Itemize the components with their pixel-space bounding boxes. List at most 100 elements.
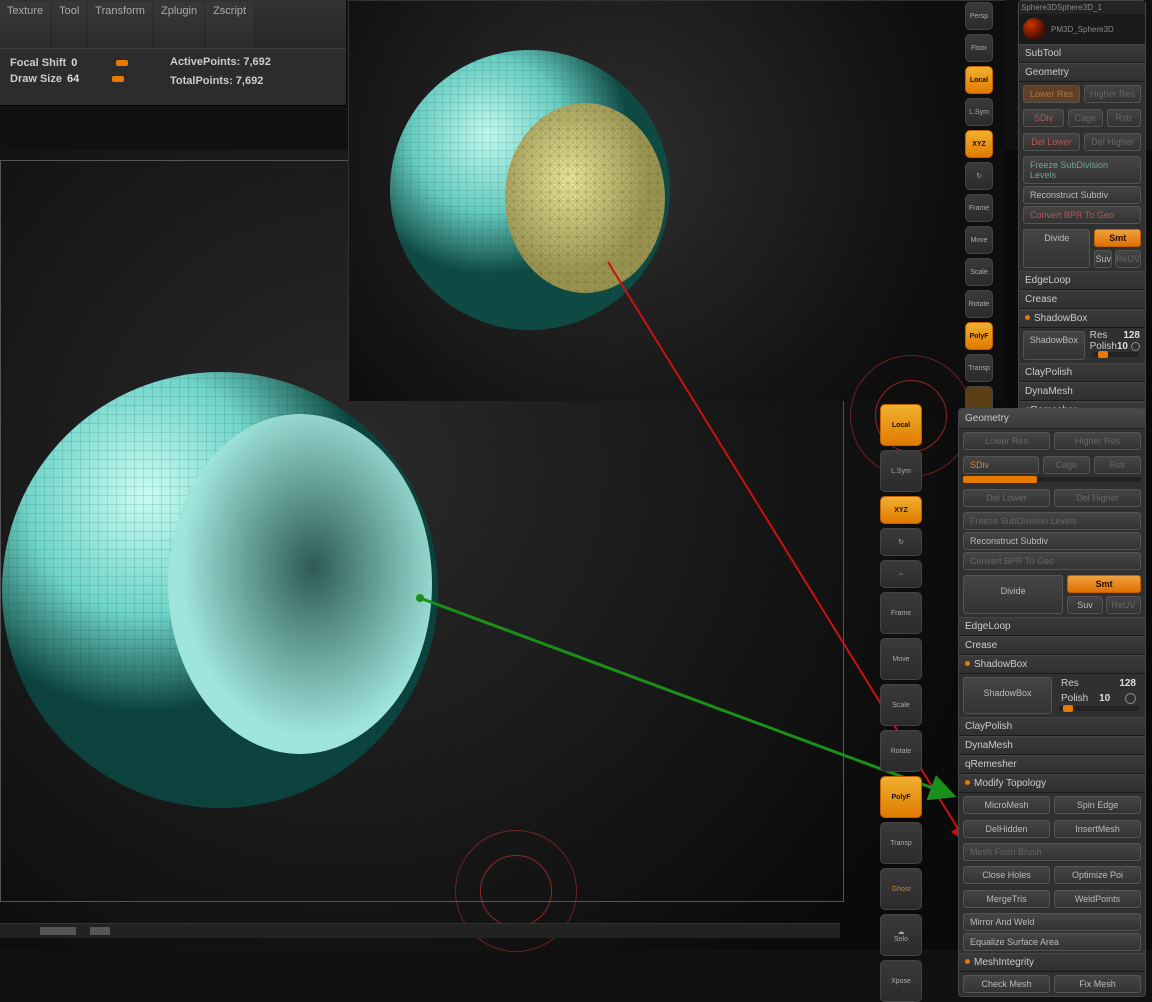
reconstruct-subdiv-button[interactable]: Reconstruct Subdiv <box>1023 186 1141 204</box>
transp-button[interactable]: Transp <box>965 354 993 382</box>
persp-button[interactable]: Persp <box>965 2 993 30</box>
cage-button[interactable]: Cage <box>1043 456 1090 474</box>
modify-topology-section[interactable]: Modify Topology <box>959 774 1145 793</box>
divide-button[interactable]: Divide <box>1023 229 1090 268</box>
xyz-button[interactable]: XYZ <box>965 130 993 158</box>
polyf-button[interactable]: PolyF <box>965 322 993 350</box>
menu-zplugin[interactable]: Zplugin <box>154 2 204 50</box>
menu-tool[interactable]: Tool <box>52 2 86 50</box>
mirror-and-weld-button[interactable]: Mirror And Weld <box>963 913 1141 931</box>
lower-res-button[interactable]: Lower Res <box>963 432 1050 450</box>
polish-toggle-icon[interactable] <box>1131 342 1140 351</box>
del-higher-button[interactable]: Del Higher <box>1054 489 1141 507</box>
move-button[interactable]: Move <box>880 638 922 680</box>
suv-button[interactable]: Suv <box>1094 250 1112 268</box>
xpose-button[interactable]: Xpose <box>880 960 922 1002</box>
edgeloop-section[interactable]: EdgeLoop <box>959 617 1145 636</box>
higher-res-button[interactable]: Higher Res <box>1084 85 1141 103</box>
del-lower-button[interactable]: Del Lower <box>1023 133 1080 151</box>
smt-button[interactable]: Smt <box>1094 229 1141 247</box>
optimize-points-button[interactable]: Optimize Poi <box>1054 866 1141 884</box>
geometry-title[interactable]: Geometry <box>959 409 1145 429</box>
edgeloop-section[interactable]: EdgeLoop <box>1019 271 1145 290</box>
timeline-mark[interactable] <box>90 927 110 935</box>
cage-button[interactable]: Cage <box>1068 109 1103 127</box>
meshintegrity-section[interactable]: MeshIntegrity <box>959 953 1145 972</box>
del-higher-button[interactable]: Del Higher <box>1084 133 1141 151</box>
reconstruct-subdiv-button[interactable]: Reconstruct Subdiv <box>963 532 1141 550</box>
close-holes-button[interactable]: Close Holes <box>963 866 1050 884</box>
local-button[interactable]: Local <box>965 66 993 94</box>
suv-button[interactable]: Suv <box>1067 596 1102 614</box>
ghost-button[interactable]: Ghost <box>880 868 922 910</box>
spin-edge-button[interactable]: Spin Edge <box>1054 796 1141 814</box>
timeline[interactable] <box>0 923 840 938</box>
xyz-button[interactable]: XYZ <box>880 496 922 524</box>
equalize-surface-button[interactable]: Equalize Surface Area <box>963 933 1141 951</box>
reuv-button[interactable]: ReUV <box>1106 596 1141 614</box>
claypolish-section[interactable]: ClayPolish <box>1019 363 1145 382</box>
subtool-sphere3d[interactable]: Sphere3D <box>1021 3 1057 12</box>
freeze-subdiv-button[interactable]: Freeze SubDivision Levels <box>1023 156 1141 184</box>
freeze-subdiv-button[interactable]: Freeze SubDivision Levels <box>963 512 1141 530</box>
lsym-button[interactable]: L.Sym <box>880 450 922 492</box>
smt-button[interactable]: Smt <box>1067 575 1141 593</box>
res-value[interactable]: 128 <box>1123 330 1140 341</box>
subtool-section[interactable]: SubTool <box>1019 44 1145 63</box>
compact-button[interactable]: ⇔ <box>880 560 922 588</box>
menu-texture[interactable]: Texture <box>0 2 50 50</box>
subtool-sphere3d-1[interactable]: Sphere3D_1 <box>1057 3 1102 12</box>
crease-section[interactable]: Crease <box>959 636 1145 655</box>
polish-value[interactable]: 10 <box>1099 693 1110 704</box>
convert-bpr-button[interactable]: Convert BPR To Geo <box>1023 206 1141 224</box>
rstr-button[interactable]: Rstr <box>1107 109 1142 127</box>
fix-mesh-button[interactable]: Fix Mesh <box>1054 975 1141 993</box>
shadowbox-section[interactable]: ShadowBox <box>1019 309 1145 328</box>
mesh-from-brush-button[interactable]: Mesh From Brush <box>963 843 1141 861</box>
claypolish-section[interactable]: ClayPolish <box>959 717 1145 736</box>
sdiv-slider[interactable]: SDiv <box>963 456 1039 474</box>
rotate-button[interactable]: Rotate <box>965 290 993 318</box>
frame-button[interactable]: Frame <box>965 194 993 222</box>
polish-slider[interactable] <box>1059 706 1138 711</box>
weldpoints-button[interactable]: WeldPoints <box>1054 890 1141 908</box>
subtool-active[interactable]: PM3D_Sphere3D <box>1019 14 1145 44</box>
insertmesh-button[interactable]: InsertMesh <box>1054 820 1141 838</box>
timeline-mark[interactable] <box>40 927 76 935</box>
higher-res-button[interactable]: Higher Res <box>1054 432 1141 450</box>
lsym-button[interactable]: L.Sym <box>965 98 993 126</box>
menu-transform[interactable]: Transform <box>88 2 152 50</box>
rotate-button[interactable]: Rotate <box>880 730 922 772</box>
floor-button[interactable]: Floor <box>965 34 993 62</box>
aahalf-button[interactable]: ↻ <box>965 162 993 190</box>
mergetris-button[interactable]: MergeTris <box>963 890 1050 908</box>
divide-button[interactable]: Divide <box>963 575 1063 614</box>
crease-section[interactable]: Crease <box>1019 290 1145 309</box>
shadowbox-button[interactable]: ShadowBox <box>1023 331 1085 360</box>
geometry-section[interactable]: Geometry <box>1019 63 1145 82</box>
aahalf-button[interactable]: ↻ <box>880 528 922 556</box>
polish-toggle-icon[interactable] <box>1125 693 1136 704</box>
scale-button[interactable]: Scale <box>965 258 993 286</box>
dynamesh-section[interactable]: DynaMesh <box>959 736 1145 755</box>
convert-bpr-button[interactable]: Convert BPR To Geo <box>963 552 1141 570</box>
del-lower-button[interactable]: Del Lower <box>963 489 1050 507</box>
polyf-button[interactable]: PolyF <box>880 776 922 818</box>
dynamesh-section[interactable]: DynaMesh <box>1019 382 1145 401</box>
shadowbox-button[interactable]: ShadowBox <box>963 677 1052 714</box>
lower-res-button[interactable]: Lower Res <box>1023 85 1080 103</box>
move-button[interactable]: Move <box>965 226 993 254</box>
sdiv-slider-track[interactable] <box>963 477 1141 482</box>
micromesh-button[interactable]: MicroMesh <box>963 796 1050 814</box>
check-mesh-button[interactable]: Check Mesh <box>963 975 1050 993</box>
res-value[interactable]: 128 <box>1119 678 1136 689</box>
polish-slider[interactable] <box>1092 352 1138 357</box>
scale-button[interactable]: Scale <box>880 684 922 726</box>
reuv-button[interactable]: ReUV <box>1115 250 1141 268</box>
frame-button[interactable]: Frame <box>880 592 922 634</box>
polish-value[interactable]: 10 <box>1117 341 1128 352</box>
menu-zscript[interactable]: Zscript <box>206 2 253 50</box>
shadowbox-section[interactable]: ShadowBox <box>959 655 1145 674</box>
delhidden-button[interactable]: DelHidden <box>963 820 1050 838</box>
qremesher-section[interactable]: qRemesher <box>959 755 1145 774</box>
